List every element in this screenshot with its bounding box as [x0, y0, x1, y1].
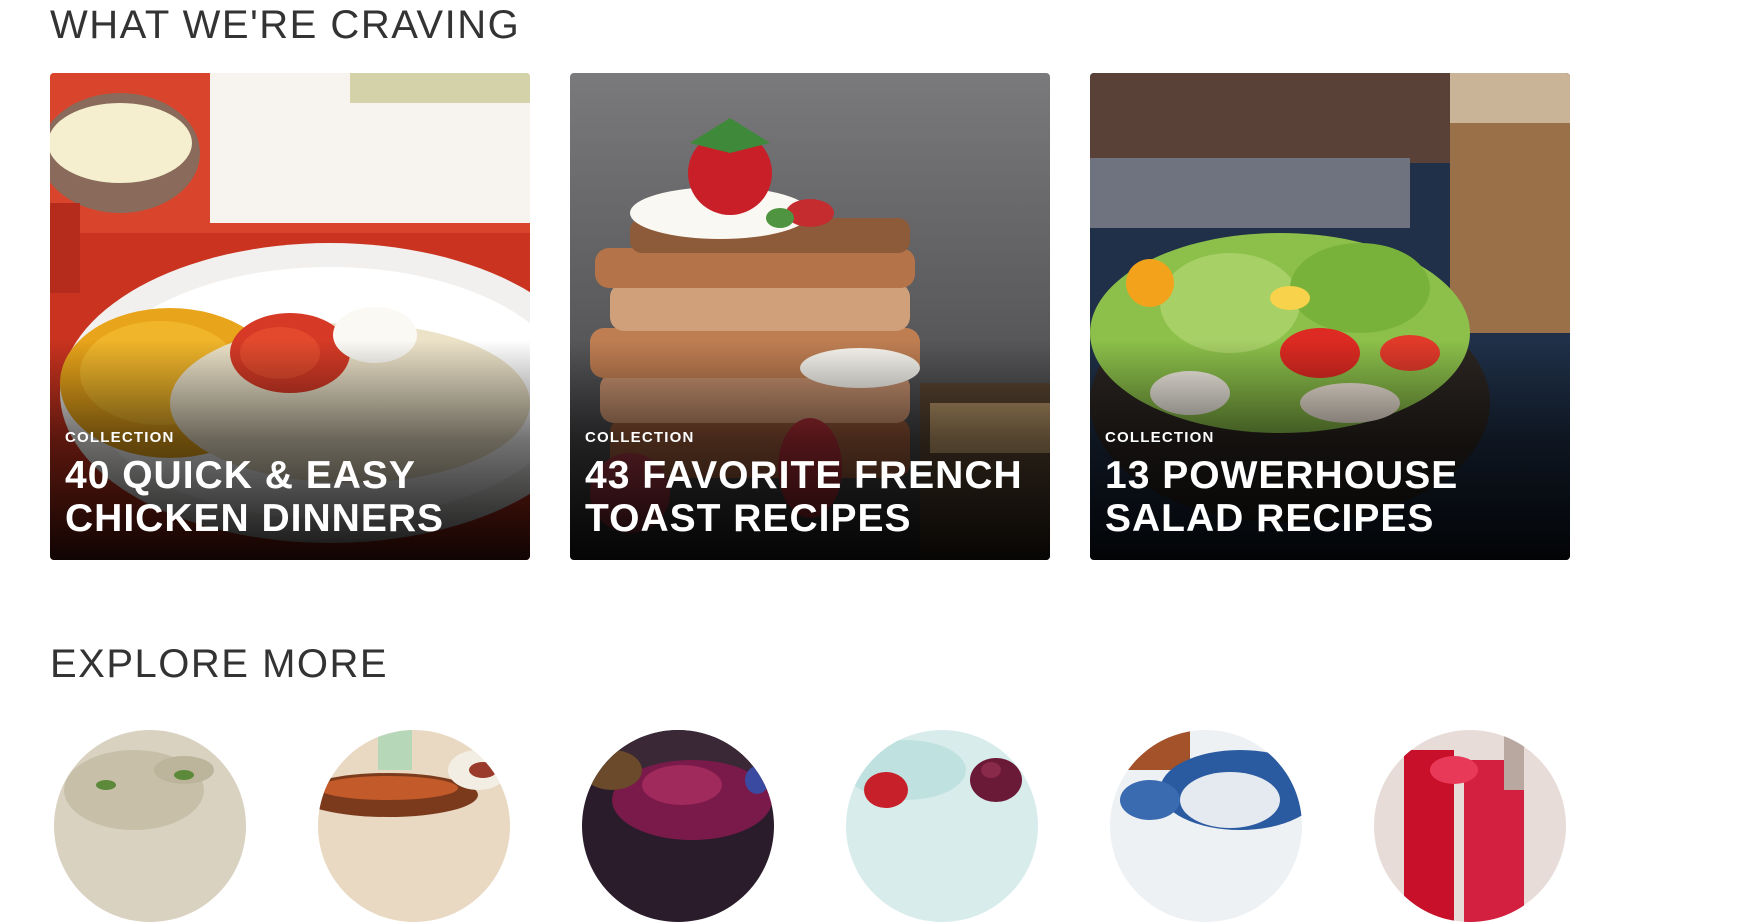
card-kicker: COLLECTION: [1105, 429, 1215, 446]
berry-skillet-image: [582, 730, 774, 922]
baked-dish-image: [318, 730, 510, 922]
explore-item-shredded-chicken[interactable]: [54, 730, 246, 922]
card-kicker: COLLECTION: [585, 429, 695, 446]
explore-item-red-drink[interactable]: [1374, 730, 1566, 922]
collection-card-salad[interactable]: COLLECTION 13 POWERHOUSE SALAD RECIPES: [1090, 73, 1570, 560]
card-kicker: COLLECTION: [65, 429, 175, 446]
card-meta: COLLECTION 43 FAVORITE FRENCH TOAST RECI…: [585, 429, 1035, 540]
section-title-explore: EXPLORE MORE: [50, 642, 389, 686]
red-drink-image: [1374, 730, 1566, 922]
explore-item-baked-dish[interactable]: [318, 730, 510, 922]
fruit-bowl-image: [846, 730, 1038, 922]
explore-item-blue-plate-dish[interactable]: [1110, 730, 1302, 922]
explore-item-berry-skillet[interactable]: [582, 730, 774, 922]
blue-plate-dish-image: [1110, 730, 1302, 922]
collection-card-chicken-dinners[interactable]: COLLECTION 40 QUICK & EASY CHICKEN DINNE…: [50, 73, 530, 560]
card-headline[interactable]: 40 QUICK & EASY CHICKEN DINNERS: [65, 454, 515, 540]
section-title-craving: WHAT WE'RE CRAVING: [50, 3, 521, 47]
card-meta: COLLECTION 40 QUICK & EASY CHICKEN DINNE…: [65, 429, 515, 540]
card-meta: COLLECTION 13 POWERHOUSE SALAD RECIPES: [1105, 429, 1555, 540]
shredded-chicken-image: [54, 730, 246, 922]
card-headline[interactable]: 43 FAVORITE FRENCH TOAST RECIPES: [585, 454, 1035, 540]
explore-item-fruit-bowl[interactable]: [846, 730, 1038, 922]
card-headline[interactable]: 13 POWERHOUSE SALAD RECIPES: [1105, 454, 1555, 540]
collection-card-french-toast[interactable]: COLLECTION 43 FAVORITE FRENCH TOAST RECI…: [570, 73, 1050, 560]
